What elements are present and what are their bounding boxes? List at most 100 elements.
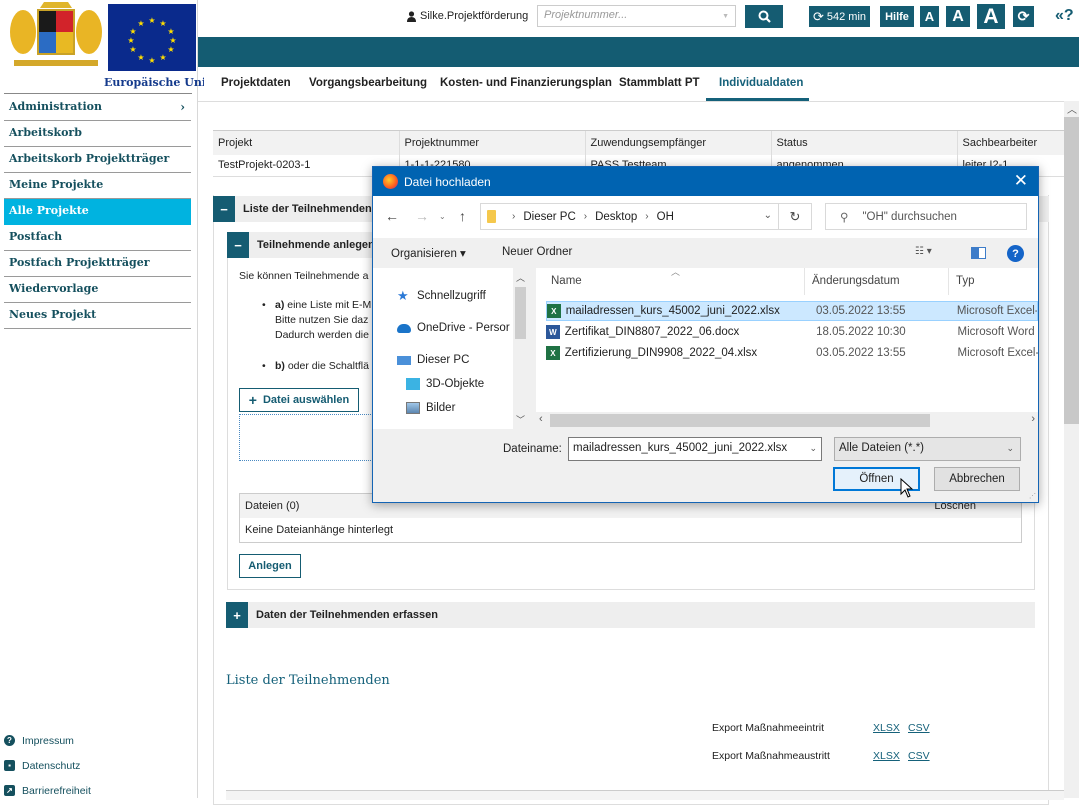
- svg-text:★: ★: [137, 53, 144, 62]
- project-number-input[interactable]: Projektnummer... ▼: [537, 5, 736, 27]
- dialog-titlebar[interactable]: Datei hochladen ✕: [373, 167, 1038, 196]
- computer-icon: [397, 355, 411, 365]
- nav-3d-objects[interactable]: 3D-Objekte: [406, 378, 484, 390]
- font-size-large-button[interactable]: A: [977, 4, 1005, 29]
- scrollbar-thumb[interactable]: [1064, 117, 1079, 424]
- scrollbar-thumb[interactable]: [550, 414, 930, 427]
- dialog-title: Datei hochladen: [404, 174, 491, 189]
- column-date[interactable]: Änderungsdatum: [812, 275, 900, 287]
- nav-item-alle-projekte[interactable]: Alle Projekte: [4, 199, 191, 225]
- file-name: Zertifikat_DIN8807_2022_06.docx: [564, 326, 740, 338]
- nav-label: Meine Projekte: [9, 178, 104, 191]
- barrierefreiheit-link[interactable]: ↗ Barrierefreiheit: [4, 778, 91, 803]
- recent-locations-icon[interactable]: ⌄: [439, 212, 446, 221]
- view-options-icon[interactable]: ☷ ▾: [915, 246, 932, 257]
- address-bar[interactable]: › Dieser PC › Desktop › OH ⌄: [480, 203, 779, 230]
- nav-item-arbeitskorb[interactable]: Arbeitskorb: [4, 121, 191, 147]
- search-button[interactable]: [745, 5, 783, 28]
- scroll-up-icon[interactable]: ︿: [516, 271, 525, 284]
- export-entry-csv-link[interactable]: CSV: [908, 722, 930, 734]
- resize-grip-icon[interactable]: ⋰: [1029, 492, 1036, 500]
- breadcrumb-desktop[interactable]: Desktop: [595, 211, 637, 223]
- file-drop-zone[interactable]: [239, 414, 379, 461]
- folder-search-input[interactable]: ⚲ "OH" durchsuchen: [825, 203, 1027, 230]
- nav-item-postfach-projekttraeger[interactable]: Postfach Projektträger: [4, 251, 191, 277]
- nav-item-meine-projekte[interactable]: Meine Projekte: [4, 173, 191, 199]
- tab-kosten-finanzierungsplan[interactable]: Kosten- und Finanzierungsplan: [440, 77, 612, 89]
- tab-individualdaten[interactable]: Individualdaten: [719, 77, 803, 89]
- file-row[interactable]: X Zertifizierung_DIN9908_2022_04.xlsx 03…: [546, 343, 1038, 363]
- nav-item-wiedervorlage[interactable]: Wiedervorlage: [4, 277, 191, 303]
- breadcrumb-separator: ›: [583, 211, 588, 222]
- column-name[interactable]: Name: [551, 275, 582, 287]
- nav-onedrive[interactable]: OneDrive - Persor: [397, 322, 510, 334]
- export-entry-xlsx-link[interactable]: XLSX: [873, 722, 900, 734]
- refresh-button[interactable]: ↻: [779, 203, 812, 230]
- header-band: [198, 37, 1079, 67]
- file-type-select[interactable]: Alle Dateien (*.*) ⌄: [834, 437, 1021, 461]
- font-size-medium-button[interactable]: A: [946, 6, 970, 27]
- nav-pictures[interactable]: Bilder: [406, 402, 455, 414]
- nav-quick-access[interactable]: ★ Schnellzugriff: [397, 289, 486, 302]
- svg-text:★: ★: [159, 53, 166, 62]
- reset-font-button[interactable]: ⟳: [1013, 6, 1034, 27]
- capture-participants-section-header[interactable]: + Daten der Teilnehmenden erfassen: [226, 602, 1035, 628]
- navigation-pane: ★ Schnellzugriff OneDrive - Persor Diese…: [373, 268, 528, 429]
- chevron-down-icon[interactable]: ⌄: [764, 210, 772, 221]
- chevron-down-icon[interactable]: ⌄: [809, 443, 817, 454]
- forward-arrow-icon[interactable]: →: [415, 208, 429, 224]
- collapse-icon[interactable]: −: [213, 196, 235, 222]
- scroll-up-icon[interactable]: ︿: [1067, 101, 1077, 116]
- select-file-button[interactable]: + Datei auswählen: [239, 388, 359, 412]
- close-icon[interactable]: ✕: [1014, 171, 1028, 191]
- column-divider[interactable]: [948, 268, 949, 295]
- section-title: Daten der Teilnehmenden erfassen: [256, 609, 438, 621]
- export-exit-csv-link[interactable]: CSV: [908, 750, 930, 762]
- file-type: Microsoft Excel-: [956, 305, 1038, 317]
- back-arrow-icon[interactable]: ←: [385, 208, 399, 224]
- breadcrumb-oh[interactable]: OH: [657, 211, 674, 223]
- expand-icon[interactable]: +: [226, 602, 248, 628]
- nav-item-postfach[interactable]: Postfach: [4, 225, 191, 251]
- navigation-scrollbar[interactable]: ︿ ﹀: [513, 268, 528, 429]
- scroll-left-icon[interactable]: ‹: [539, 413, 543, 425]
- sort-ascending-icon: ︿: [671, 267, 681, 277]
- new-folder-button[interactable]: Neuer Ordner: [502, 246, 572, 258]
- column-type[interactable]: Typ: [956, 275, 975, 287]
- filename-input[interactable]: mailadressen_kurs_45002_juni_2022.xlsx ⌄: [568, 437, 822, 461]
- file-row[interactable]: W Zertifikat_DIN8807_2022_06.docx 18.05.…: [546, 322, 1038, 342]
- scroll-down-icon[interactable]: ﹀: [516, 413, 525, 426]
- column-header: Projekt: [213, 130, 399, 155]
- impressum-link[interactable]: ? Impressum: [4, 728, 91, 753]
- help-button[interactable]: Hilfe: [880, 6, 914, 27]
- create-button[interactable]: Anlegen: [239, 554, 301, 578]
- column-divider[interactable]: [804, 268, 805, 295]
- scrollbar-thumb[interactable]: [515, 287, 526, 339]
- font-size-small-button[interactable]: A: [920, 6, 939, 27]
- svg-text:★: ★: [137, 19, 144, 28]
- organize-menu[interactable]: Organisieren ▾: [391, 246, 466, 260]
- help-panel-toggle[interactable]: «?: [1055, 7, 1074, 25]
- tab-stammblatt-pt[interactable]: Stammblatt PT: [619, 77, 700, 89]
- export-exit-xlsx-link[interactable]: XLSX: [873, 750, 900, 762]
- preview-pane-icon[interactable]: [971, 247, 986, 259]
- tab-vorgangsbearbeitung[interactable]: Vorgangsbearbeitung: [309, 77, 427, 89]
- page-scrollbar[interactable]: ︿: [1064, 101, 1079, 798]
- export-entry-row: Export Maßnahmeeintrit XLSX CSV: [712, 722, 930, 734]
- datenschutz-link[interactable]: ▪ Datenschutz: [4, 753, 91, 778]
- help-icon[interactable]: ?: [1007, 245, 1024, 262]
- tab-projektdaten[interactable]: Projektdaten: [221, 77, 291, 89]
- session-timer-button[interactable]: ⟳ 542 min: [809, 6, 870, 27]
- cancel-button[interactable]: Abbrechen: [934, 467, 1020, 491]
- nav-item-neues-projekt[interactable]: Neues Projekt: [4, 303, 191, 329]
- scroll-right-icon[interactable]: ›: [1031, 413, 1035, 425]
- nav-this-pc[interactable]: Dieser PC: [397, 354, 469, 366]
- collapse-icon[interactable]: −: [227, 232, 249, 258]
- breadcrumb-dieser-pc[interactable]: Dieser PC: [523, 211, 575, 223]
- nav-item-administration[interactable]: Administration ›: [4, 95, 191, 121]
- file-row[interactable]: X mailadressen_kurs_45002_juni_2022.xlsx…: [546, 301, 1038, 321]
- file-type: Microsoft Word: [957, 326, 1035, 338]
- up-arrow-icon[interactable]: ↑: [459, 208, 466, 224]
- nav-item-arbeitskorb-projekttraeger[interactable]: Arbeitskorb Projektträger: [4, 147, 191, 173]
- file-list-horizontal-scrollbar[interactable]: ‹ ›: [536, 412, 1038, 429]
